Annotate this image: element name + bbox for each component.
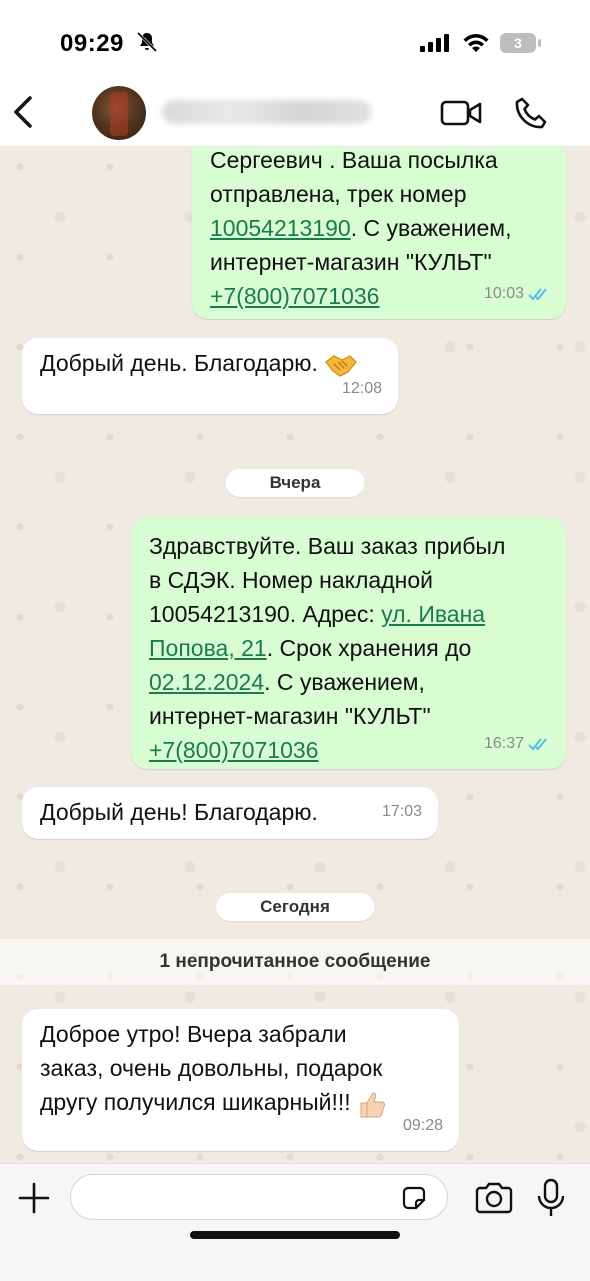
phone-link[interactable]: +7(800)7071036 xyxy=(149,737,318,763)
unread-messages-notice: 1 непрочитанное сообщение xyxy=(0,939,590,985)
thumbs-up-emoji-icon xyxy=(360,1092,386,1118)
read-ticks-icon xyxy=(528,738,547,751)
message-text: интернет-магазин "КУЛЬТ" xyxy=(210,249,492,275)
message-text: Сергеевич . Ваша посылка xyxy=(210,147,498,173)
message-incoming[interactable]: Доброе утро! Вчера забрали заказ, очень … xyxy=(22,1009,459,1151)
bell-muted-icon xyxy=(136,31,158,53)
chat-area[interactable]: Сергеевич . Ваша посылка отправлена, тре… xyxy=(0,147,590,1163)
track-number-link[interactable]: 10054213190 xyxy=(210,215,351,241)
message-text: . С уважением, xyxy=(350,215,512,241)
video-call-icon[interactable] xyxy=(440,98,482,128)
microphone-icon[interactable] xyxy=(536,1178,566,1218)
date-link[interactable]: 02.12.2024 xyxy=(149,669,264,695)
message-text: 10054213190. Адрес: xyxy=(149,601,382,627)
back-icon[interactable] xyxy=(12,94,36,130)
camera-icon[interactable] xyxy=(474,1182,514,1214)
contact-name-blurred[interactable] xyxy=(162,100,372,124)
phone-link[interactable]: +7(800)7071036 xyxy=(210,283,379,309)
message-text: . С уважением, xyxy=(264,669,425,695)
message-time: 10:03 xyxy=(483,285,524,302)
battery-icon: 3 xyxy=(500,33,542,53)
plus-icon[interactable] xyxy=(16,1180,52,1216)
signal-icon xyxy=(420,34,449,52)
message-input[interactable] xyxy=(70,1174,448,1220)
home-indicator[interactable] xyxy=(190,1231,400,1239)
address-link[interactable]: ул. Ивана xyxy=(381,601,485,627)
message-text: Добрый день! Благодарю. xyxy=(40,799,318,825)
battery-level: 3 xyxy=(500,33,536,53)
status-bar: 09:29 3 xyxy=(0,0,590,80)
message-outgoing[interactable]: Здравствуйте. Ваш заказ прибыл в СДЭК. Н… xyxy=(131,517,566,769)
message-text: в СДЭК. Номер накладной xyxy=(149,567,433,593)
message-text: отправлена, трек номер xyxy=(210,181,467,207)
message-time: 09:28 xyxy=(402,1117,443,1134)
message-time: 12:08 xyxy=(341,380,382,397)
message-incoming[interactable]: Добрый день. Благодарю. 12:08 xyxy=(22,338,398,414)
message-text: Доброе утро! Вчера забрали xyxy=(40,1021,347,1047)
message-text: другу получился шикарный!!! xyxy=(40,1089,351,1115)
wifi-icon xyxy=(463,34,489,52)
date-separator-today: Сегодня xyxy=(216,893,374,921)
read-ticks-icon xyxy=(528,288,547,301)
message-incoming[interactable]: Добрый день! Благодарю. 17:03 xyxy=(22,787,438,839)
input-bar xyxy=(0,1163,590,1281)
message-meta: 10:03 xyxy=(484,277,550,311)
message-text: . Срок хранения до xyxy=(266,635,472,661)
message-outgoing[interactable]: Сергеевич . Ваша посылка отправлена, тре… xyxy=(192,147,566,319)
message-meta: 17:03 xyxy=(382,795,422,829)
sticker-icon[interactable] xyxy=(400,1184,428,1212)
message-text: Здравствуйте. Ваш заказ прибыл xyxy=(149,533,506,559)
avatar[interactable] xyxy=(92,86,146,140)
status-time: 09:29 xyxy=(60,30,124,57)
message-meta: 12:08 xyxy=(342,372,382,406)
address-link[interactable]: Попова, 21 xyxy=(149,635,267,661)
message-text: заказ, очень довольны, подарок xyxy=(40,1055,383,1081)
message-meta: 16:37 xyxy=(484,727,550,761)
message-text: Добрый день. Благодарю. xyxy=(40,350,318,376)
message-time: 16:37 xyxy=(483,735,524,752)
message-meta: 09:28 xyxy=(403,1109,443,1143)
message-time: 17:03 xyxy=(381,803,422,820)
date-separator-yesterday: Вчера xyxy=(225,469,365,497)
voice-call-icon[interactable] xyxy=(514,96,548,130)
chat-header xyxy=(0,80,590,147)
